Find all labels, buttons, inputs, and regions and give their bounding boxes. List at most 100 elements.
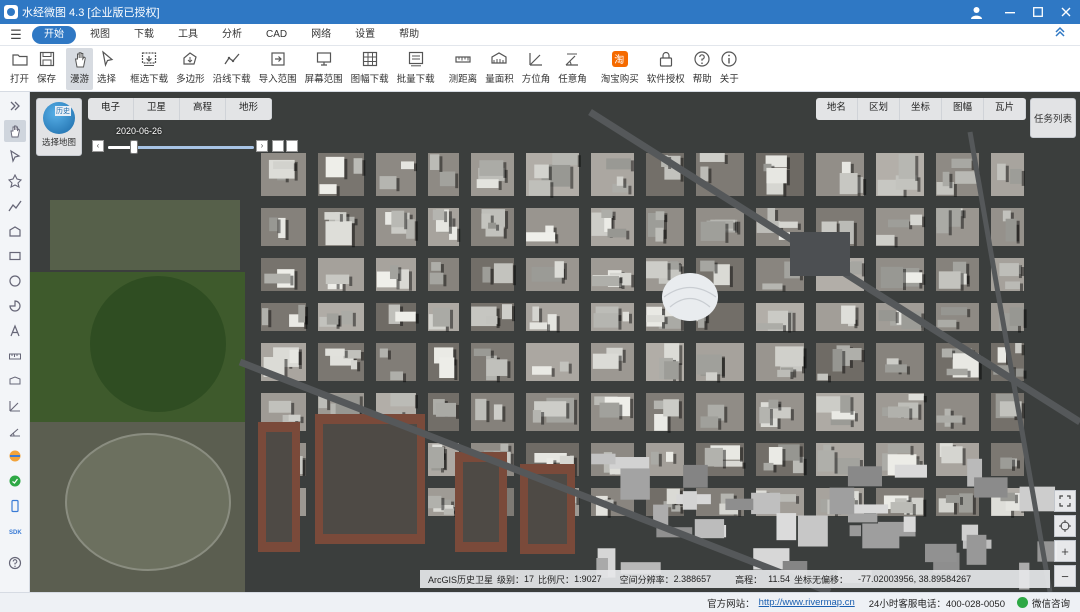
map-view[interactable]: 历史 选择地图 电子 卫星 高程 地形 2020-06-26 ‹ › 地名 区划 坐标 图幅…: [30, 92, 1080, 592]
menu-3[interactable]: 下载: [124, 26, 164, 44]
satellite-imagery[interactable]: [30, 92, 1080, 592]
azimuth-tool-icon[interactable]: [4, 395, 26, 417]
menu-9[interactable]: 帮助: [389, 26, 429, 44]
expand-panel-icon[interactable]: [4, 95, 26, 117]
tool-label: 量面积: [485, 74, 514, 85]
tool-save-button[interactable]: 保存: [33, 48, 60, 90]
info-tab-3[interactable]: 坐标: [899, 98, 942, 120]
help-circle-icon[interactable]: [4, 552, 26, 574]
tool-box-download-button[interactable]: 框选下载: [126, 48, 172, 90]
rectangle-icon[interactable]: [4, 245, 26, 267]
timeline-prev-button[interactable]: ‹: [92, 140, 104, 152]
tool-polygon-button[interactable]: 多边形: [172, 48, 209, 90]
menu-5[interactable]: 分析: [212, 26, 252, 44]
timeline-option-a[interactable]: [272, 140, 284, 152]
task-list-button[interactable]: 任务列表: [1030, 98, 1076, 138]
folder-icon: [11, 54, 28, 66]
tool-info-button[interactable]: 关于: [716, 48, 743, 90]
screen-icon: [316, 52, 331, 66]
layer-tab-2[interactable]: 卫星: [134, 98, 181, 120]
import-icon: [271, 52, 285, 66]
wechat-consult-button[interactable]: 微信咨询: [1016, 596, 1070, 610]
tool-help-button[interactable]: 帮助: [689, 48, 716, 90]
timeline-next-button[interactable]: ›: [256, 140, 268, 152]
tool-area-button[interactable]: 量面积: [481, 48, 518, 90]
info-tab-5[interactable]: 瓦片: [983, 98, 1026, 120]
tool-grid-button[interactable]: 图幅下载: [347, 48, 393, 90]
timeline-thumb[interactable]: [130, 140, 139, 154]
fullscreen-icon[interactable]: [1054, 490, 1076, 512]
collapse-ribbon-icon[interactable]: [1054, 26, 1066, 41]
marker-icon[interactable]: [4, 170, 26, 192]
window-title: 水经微图 4.3 [企业版已授权]: [22, 7, 160, 19]
cursor-icon: [101, 50, 113, 67]
polygon-draw-icon[interactable]: [4, 220, 26, 242]
maximize-button[interactable]: [1024, 0, 1052, 24]
close-button[interactable]: [1052, 0, 1080, 24]
zoom-out-button[interactable]: −: [1054, 565, 1076, 587]
layer-tab-4[interactable]: 地形: [226, 98, 273, 120]
sector-icon[interactable]: [4, 295, 26, 317]
tool-lock-button[interactable]: 软件授权: [643, 48, 689, 90]
tool-batch-button[interactable]: 批量下载: [393, 48, 439, 90]
info-tab-1[interactable]: 地名: [815, 98, 858, 120]
menu-8[interactable]: 设置: [345, 26, 385, 44]
tool-screen-button[interactable]: 屏幕范围: [301, 48, 347, 90]
info-tab-2[interactable]: 区划: [857, 98, 900, 120]
select-arrow-icon[interactable]: [4, 145, 26, 167]
select-map-label: 选择地图: [41, 137, 76, 147]
menu-2[interactable]: 视图: [80, 26, 120, 44]
website-link[interactable]: http://www.rivermap.cn: [759, 597, 855, 608]
text-label-icon[interactable]: [4, 320, 26, 342]
timeline-date: 2020-06-26: [116, 126, 163, 136]
info-tab-4[interactable]: 图幅: [941, 98, 984, 120]
mobile-app-icon[interactable]: [4, 495, 26, 517]
angle-icon: [566, 53, 579, 66]
tool-ruler-button[interactable]: 测距离: [445, 48, 482, 90]
menu-7[interactable]: 网络: [301, 26, 341, 44]
history-map-button[interactable]: 历史 选择地图: [36, 98, 82, 156]
menu-4[interactable]: 工具: [168, 26, 208, 44]
box-download-icon: [141, 52, 157, 66]
measure-area-icon[interactable]: [4, 370, 26, 392]
tool-label: 批量下载: [396, 74, 435, 85]
layer-tab-1[interactable]: 电子: [88, 98, 135, 120]
polyline-icon[interactable]: [4, 195, 26, 217]
scale-label: 比例尺：: [538, 574, 575, 585]
layers-color-icon[interactable]: [4, 445, 26, 467]
tool-cursor-button[interactable]: 选择: [93, 48, 120, 90]
tool-taobao-button[interactable]: 淘淘宝购买: [597, 48, 643, 90]
hamburger-menu-icon[interactable]: ☰: [0, 27, 32, 43]
tool-label: 打开: [10, 74, 30, 85]
layer-tab-3[interactable]: 高程: [180, 98, 227, 120]
measure-ruler-icon[interactable]: [4, 345, 26, 367]
title-bar: 水经微图 4.3 [企业版已授权]: [0, 0, 1080, 24]
tool-angle-button[interactable]: 任意角: [554, 48, 591, 90]
ribbon-toolbar: 打开 保存 漫游 选择 框选下载 多边形 沿线下载 导入范围 屏幕范围 图幅下载 批量下载 测距离 量面…: [0, 46, 1080, 92]
zoom-in-button[interactable]: +: [1054, 540, 1076, 562]
website-label: 官方网站：: [707, 598, 755, 610]
tool-line-download-button[interactable]: 沿线下载: [209, 48, 255, 90]
angle-tool-icon[interactable]: [4, 420, 26, 442]
hand-icon: [74, 52, 86, 68]
user-icon[interactable]: [962, 0, 990, 24]
history-timeline[interactable]: 2020-06-26 ‹ ›: [88, 126, 298, 158]
tool-import-button[interactable]: 导入范围: [255, 48, 301, 90]
level-value: 17: [524, 574, 535, 584]
batch-icon: [408, 51, 423, 67]
timeline-option-b[interactable]: [286, 140, 298, 152]
locate-icon[interactable]: [1054, 515, 1076, 537]
tool-label: 框选下载: [130, 74, 169, 85]
sdk-icon[interactable]: SDK: [4, 520, 26, 542]
menu-1[interactable]: 开始: [32, 25, 76, 44]
area-icon: [491, 52, 508, 64]
help-icon: [694, 51, 710, 67]
circle-icon[interactable]: [4, 270, 26, 292]
tool-hand-button[interactable]: 漫游: [66, 48, 94, 90]
pan-hand-icon[interactable]: [3, 120, 26, 142]
tool-folder-button[interactable]: 打开: [6, 48, 33, 90]
minimize-button[interactable]: [996, 0, 1024, 24]
tool-azimuth-button[interactable]: 方位角: [518, 48, 555, 90]
menu-6[interactable]: CAD: [256, 26, 297, 44]
plugin-green-icon[interactable]: [4, 470, 26, 492]
